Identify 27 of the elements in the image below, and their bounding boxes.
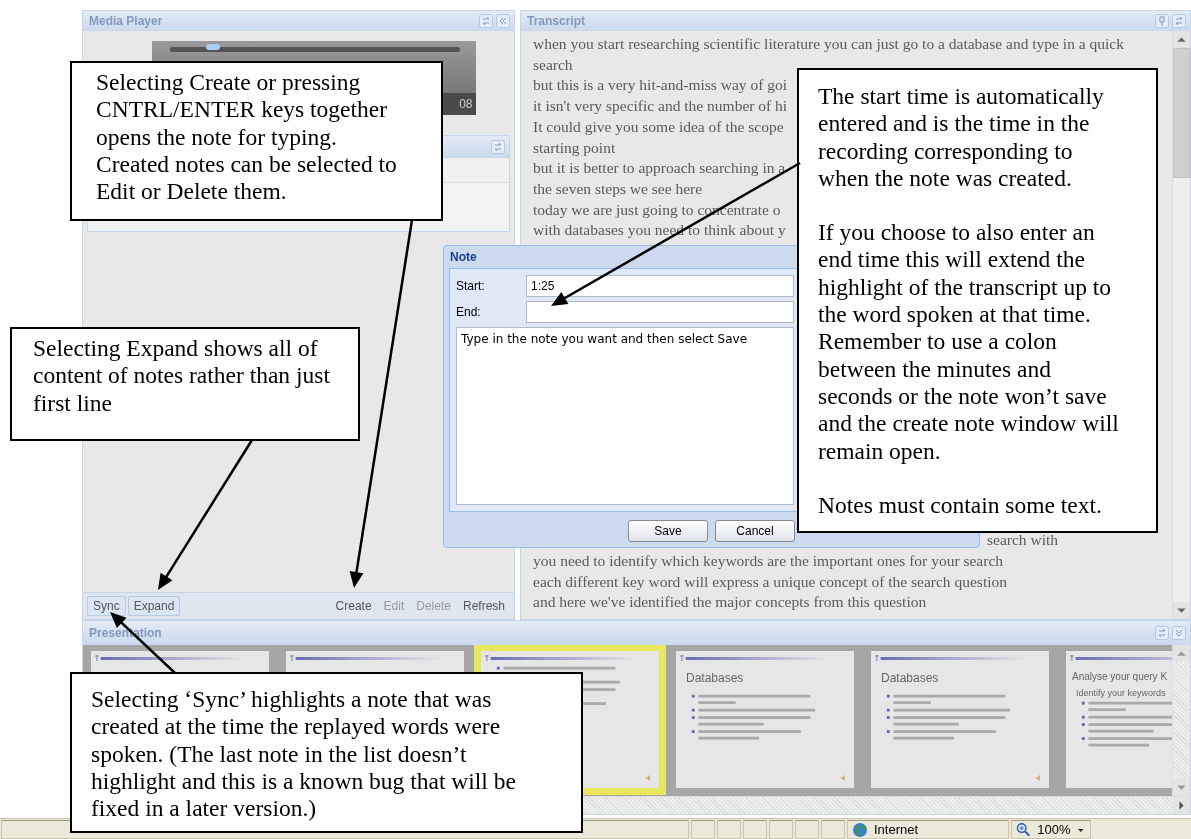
transcript-line: starting point <box>533 137 616 158</box>
callout-text: The start time is automatically entered and is the time in the recording corresponding to when the note was created. <box>818 83 1105 193</box>
slide-bullet: Identify your keywords <box>1076 688 1166 698</box>
slide-title: Analyse your query K <box>1072 671 1168 682</box>
transcript-line: and here we've identified the major concepts from this question <box>533 592 927 613</box>
panel-title: Media Player <box>89 14 163 28</box>
callout-tooltip: Selecting ‘Sync’ highlights a note that was created at the time the replayed words were spoken. (The last note in the list doesn’t highlight and this is a known bug that will be fixed in a later version.) <box>70 672 583 833</box>
callout-tooltip: Selecting Expand shows all of content of notes rather than just first line <box>10 327 360 441</box>
panel-title: Transcript <box>527 14 586 28</box>
transcript-line: each different key word will express a unique concept of the search question <box>533 571 1007 592</box>
dialog-title: Note <box>450 249 477 266</box>
transcript-line: it isn't very specific and the number of hi <box>533 96 788 117</box>
transcript-line: It could give you some idea of the scope <box>533 116 784 137</box>
slide-title: Databases <box>881 671 939 685</box>
time-display: 08 <box>459 97 473 111</box>
callout-text: Notes must contain some text. <box>818 491 1102 520</box>
callout-tooltip: Selecting Create or pressing CNTRL/ENTER keys together opens the note for typing. Created notes can be selected to Edit or Delete them. <box>70 61 443 221</box>
transcript-line: the seven steps we see here <box>533 178 703 199</box>
transcript-line: you need to identify which keywords are the important ones for your search <box>533 550 1004 571</box>
security-zone: Internet <box>847 820 1009 839</box>
transcript-line: with databases you need to think about y <box>533 220 786 241</box>
field-label: End: <box>456 305 482 319</box>
transcript-line: but this is a very hit-and-miss way of goi <box>533 75 787 96</box>
callout-text: If you choose to also enter an end time this will extend the highlight of the transcript up to the word spoken at that time. Remember to use a colon between the minutes and seconds or the note won’t save and the create note window will remain open. <box>818 219 1120 465</box>
slide-title: Databases <box>686 671 744 685</box>
field-label: Start: <box>456 279 486 293</box>
transcript-line: search with <box>987 530 1058 551</box>
